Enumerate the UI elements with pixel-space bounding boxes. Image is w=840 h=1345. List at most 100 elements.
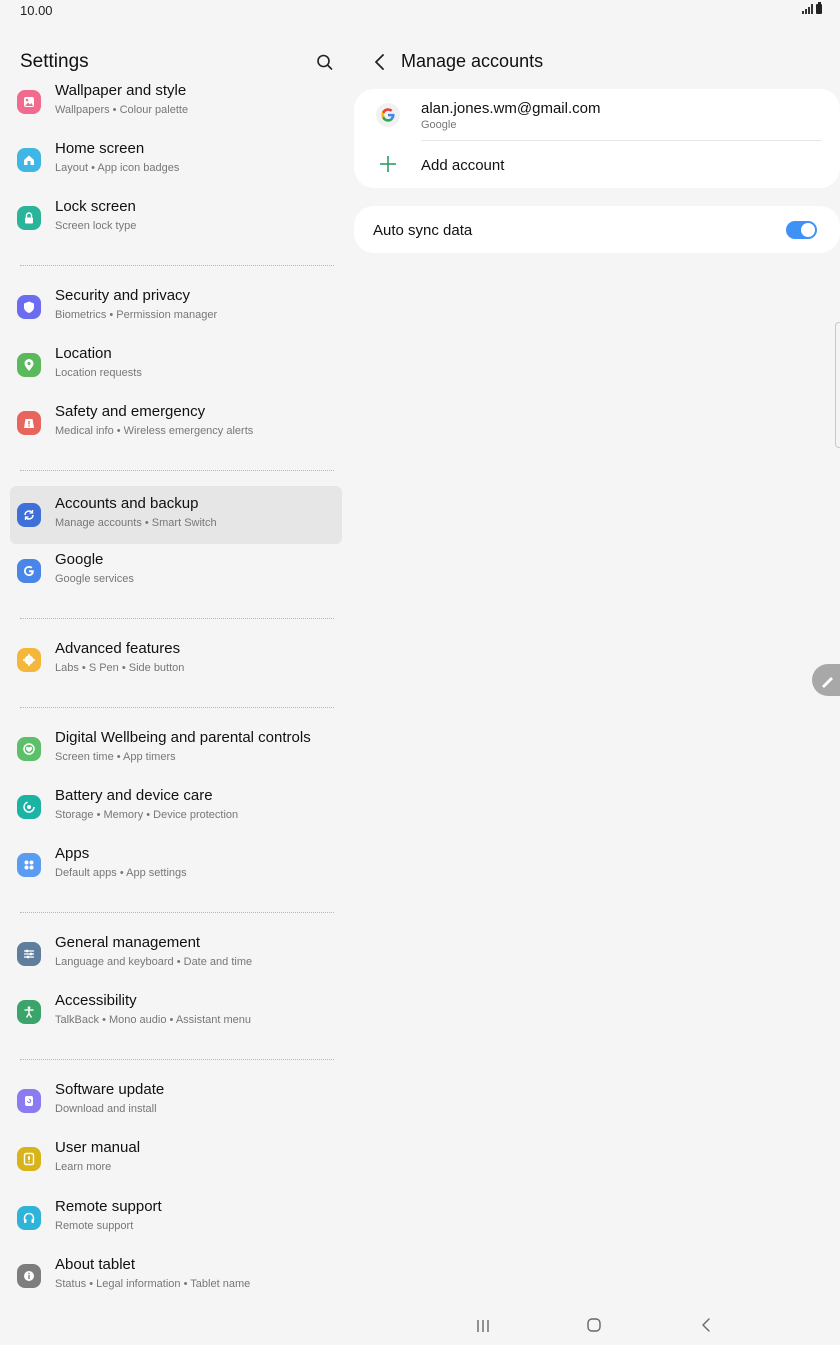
menu-divider — [20, 1059, 334, 1060]
menu-divider — [20, 265, 334, 266]
battery-icon — [816, 2, 822, 14]
sidebar-item-wallpaper[interactable]: Wallpaper and style Wallpapers • Colour p… — [10, 73, 342, 131]
sidebar-item-title: Apps — [55, 845, 90, 862]
account-email: alan.jones.wm@gmail.com — [421, 100, 601, 117]
sidebar-item-security[interactable]: Security and privacy Biometrics • Permiss… — [10, 278, 342, 336]
auto-sync-label: Auto sync data — [373, 222, 473, 239]
sidebar-item-subtitle: Location requests — [55, 367, 142, 379]
sidebar-item-google[interactable]: Google Google services — [10, 542, 342, 600]
info-icon — [17, 1264, 41, 1288]
sidebar-item-subtitle: TalkBack • Mono audio • Assistant menu — [55, 1014, 252, 1026]
recents-icon[interactable] — [471, 1318, 495, 1334]
sidebar-item-subtitle: Learn more — [55, 1161, 112, 1173]
menu-divider — [20, 618, 334, 619]
back-button[interactable] — [368, 50, 392, 74]
back-nav-icon[interactable] — [698, 1317, 714, 1333]
sidebar-item-remote[interactable]: Remote support Remote support — [10, 1189, 342, 1247]
sidebar-item-advanced[interactable]: Advanced features Labs • S Pen • Side but… — [10, 631, 342, 689]
sidebar-item-subtitle: Default apps • App settings — [55, 867, 187, 879]
heart-circle-icon — [17, 737, 41, 761]
navigation-bar — [0, 1305, 840, 1345]
sliders-icon — [17, 942, 41, 966]
toggle-knob — [801, 223, 815, 237]
account-row[interactable]: alan.jones.wm@gmail.com Google — [354, 89, 840, 141]
sidebar-item-title: Google — [55, 551, 104, 568]
sync-icon — [17, 503, 41, 527]
sidebar-item-subtitle: Status • Legal information • Tablet name — [55, 1278, 251, 1290]
home-nav-icon[interactable] — [586, 1317, 602, 1333]
sidebar-item-title: User manual — [55, 1139, 141, 1156]
apps-grid-icon — [17, 853, 41, 877]
sidebar-item-wellbeing[interactable]: Digital Wellbeing and parental controls S… — [10, 720, 342, 778]
plus-icon — [380, 156, 396, 172]
sidebar-item-subtitle: Labs • S Pen • Side button — [55, 662, 185, 674]
sidebar-item-home[interactable]: Home screen Layout • App icon badges — [10, 131, 342, 189]
chevron-left-icon — [375, 54, 384, 70]
auto-sync-card[interactable]: Auto sync data — [354, 206, 840, 253]
home-icon — [17, 148, 41, 172]
status-bar: 10.00 — [0, 0, 840, 24]
wallpaper-icon — [17, 90, 41, 114]
sidebar-item-subtitle: Wallpapers • Colour palette — [55, 104, 189, 116]
page-title: Manage accounts — [401, 51, 544, 71]
sidebar-item-title: Accessibility — [55, 992, 137, 1009]
sidebar-item-title: General management — [55, 934, 201, 951]
sidebar-item-subtitle: Google services — [55, 573, 134, 585]
sidebar-item-software[interactable]: Software update Download and install — [10, 1072, 342, 1130]
add-account-button[interactable]: Add account — [354, 141, 840, 188]
sidebar-item-title: Wallpaper and style — [55, 82, 187, 99]
device-care-icon — [17, 795, 41, 819]
sidebar-item-subtitle: Remote support — [55, 1220, 134, 1232]
google-g-icon — [376, 103, 400, 127]
sidebar-item-title: Home screen — [55, 140, 145, 157]
edge-panel-handle[interactable] — [835, 322, 840, 448]
pen-icon — [822, 677, 833, 688]
sidebar-item-location[interactable]: Location Location requests — [10, 336, 342, 394]
sidebar-item-title: Lock screen — [55, 198, 136, 215]
menu-divider — [20, 912, 334, 913]
manual-icon — [17, 1147, 41, 1171]
update-icon — [17, 1089, 41, 1113]
sidebar-item-safety[interactable]: Safety and emergency Medical info • Wirel… — [10, 394, 342, 452]
accessibility-icon — [17, 1000, 41, 1024]
sidebar-item-battery[interactable]: Battery and device care Storage • Memory … — [10, 778, 342, 836]
sidebar-item-accounts[interactable]: Accounts and backup Manage accounts • Sma… — [10, 486, 342, 544]
sidebar-item-title: Remote support — [55, 1198, 162, 1215]
shield-icon — [17, 295, 41, 319]
floating-pen-button[interactable] — [812, 664, 840, 696]
accounts-card: alan.jones.wm@gmail.com Google Add accou… — [354, 89, 840, 188]
sidebar-item-title: Safety and emergency — [55, 403, 206, 420]
sidebar-item-subtitle: Download and install — [55, 1103, 157, 1115]
sidebar-item-title: Advanced features — [55, 640, 181, 657]
sidebar-item-title: Battery and device care — [55, 787, 213, 804]
add-account-label: Add account — [421, 157, 505, 174]
sidebar-item-manual[interactable]: User manual Learn more — [10, 1130, 342, 1188]
sidebar-item-subtitle: Language and keyboard • Date and time — [55, 956, 253, 968]
sidebar-item-lock[interactable]: Lock screen Screen lock type — [10, 189, 342, 247]
sidebar-item-accessibility[interactable]: Accessibility TalkBack • Mono audio • Ass… — [10, 983, 342, 1041]
account-type: Google — [421, 119, 457, 131]
sidebar-item-general[interactable]: General management Language and keyboard … — [10, 925, 342, 983]
alert-icon — [17, 411, 41, 435]
menu-divider — [20, 470, 334, 471]
location-pin-icon — [17, 353, 41, 377]
sidebar-item-subtitle: Storage • Memory • Device protection — [55, 809, 239, 821]
settings-title: Settings — [20, 51, 89, 72]
google-g-icon — [17, 559, 41, 583]
status-icons — [802, 2, 822, 14]
sidebar-item-subtitle: Medical info • Wireless emergency alerts — [55, 425, 254, 437]
gear-plus-icon — [17, 648, 41, 672]
lock-icon — [17, 206, 41, 230]
auto-sync-toggle[interactable] — [786, 221, 817, 239]
sidebar-item-title: Accounts and backup — [55, 495, 199, 512]
sidebar-item-subtitle: Layout • App icon badges — [55, 162, 180, 174]
headset-icon — [17, 1206, 41, 1230]
sidebar-item-title: Software update — [55, 1081, 165, 1098]
sidebar-item-title: Digital Wellbeing and parental controls — [55, 729, 311, 746]
sidebar-item-subtitle: Screen lock type — [55, 220, 137, 232]
sidebar-item-apps[interactable]: Apps Default apps • App settings — [10, 836, 342, 894]
sidebar-item-subtitle: Screen time • App timers — [55, 751, 176, 763]
sidebar-item-about[interactable]: About tablet Status • Legal information •… — [10, 1247, 342, 1305]
signal-icon — [802, 4, 813, 14]
sidebar-item-subtitle: Manage accounts • Smart Switch — [55, 517, 217, 529]
